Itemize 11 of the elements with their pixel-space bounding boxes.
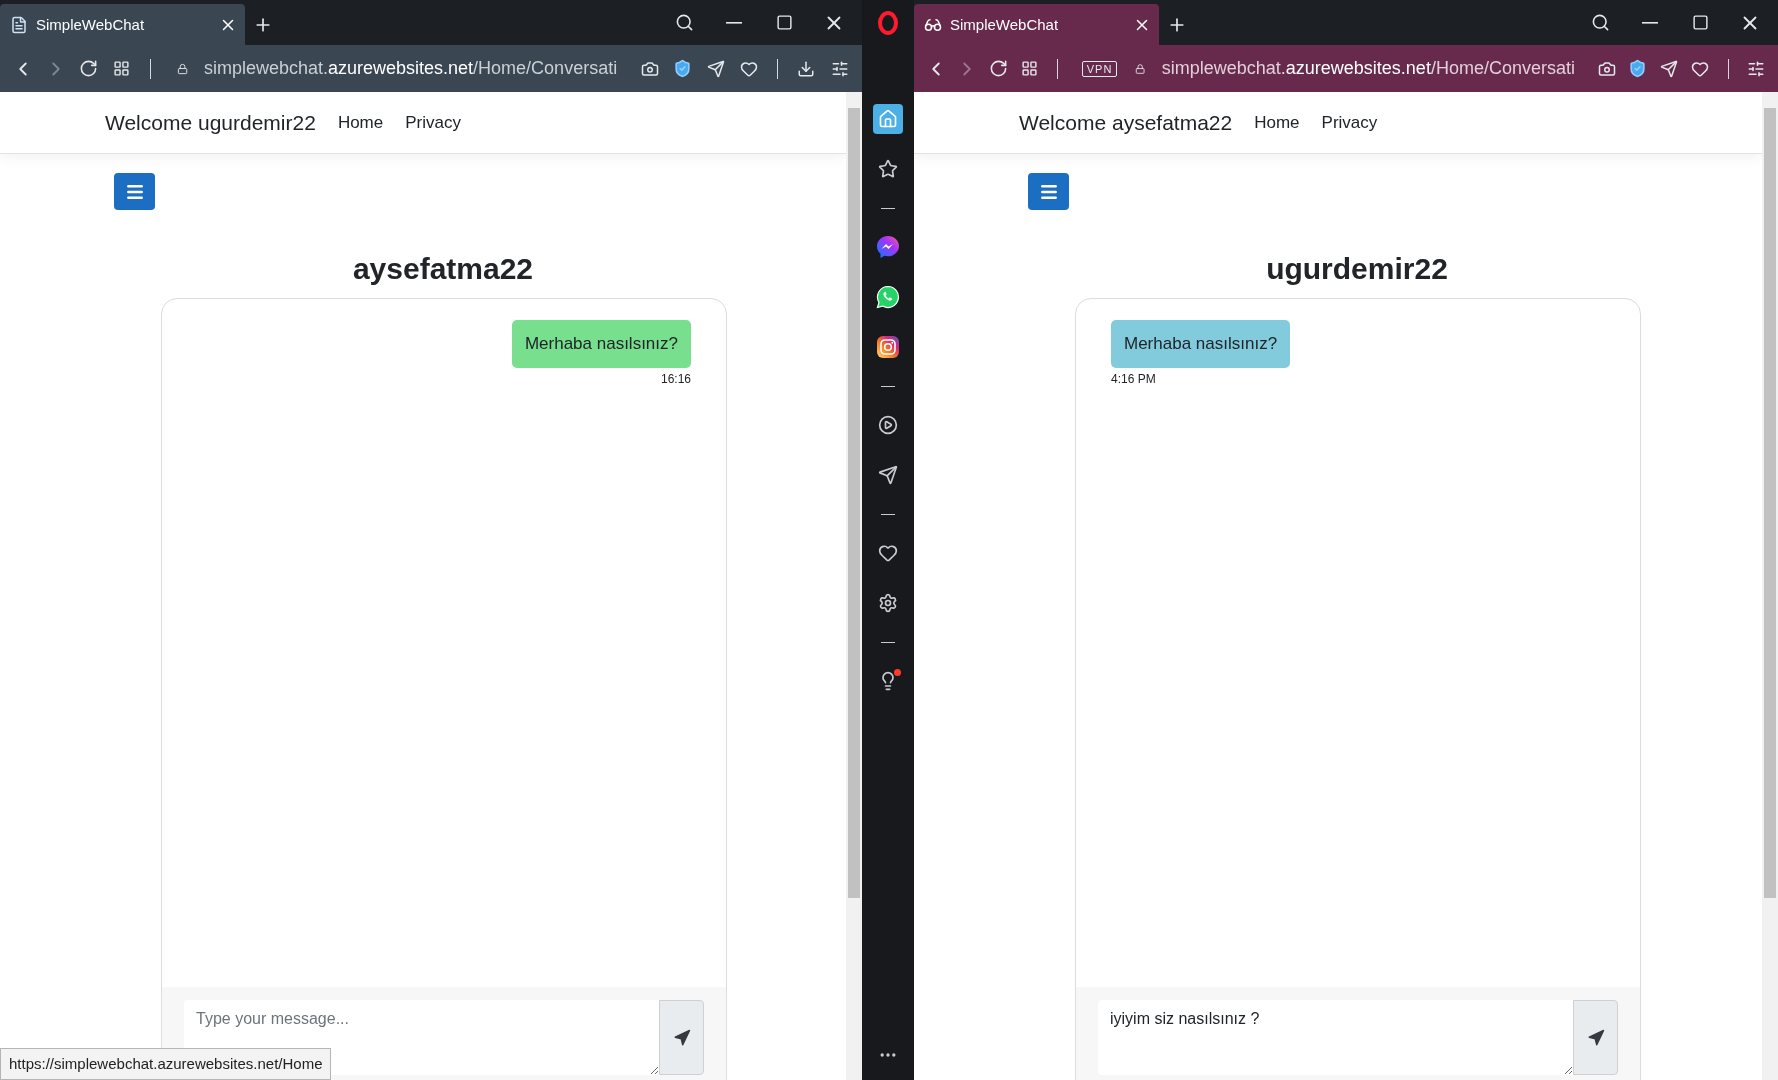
welcome-brand: Welcome ugurdemir22 — [105, 110, 316, 135]
status-link-tooltip: https://simplewebchat.azurewebsites.net/Home — [0, 1048, 332, 1080]
tab-title: SimpleWebChat — [950, 16, 1060, 33]
tab-title: SimpleWebChat — [36, 16, 146, 33]
chat-title: ugurdemir22 — [1265, 252, 1449, 286]
welcome-brand: Welcome aysefatma22 — [1019, 110, 1233, 135]
message-time: 16:16 — [660, 372, 691, 386]
message-bubble: Merhaba nasılsınız? — [511, 320, 691, 368]
chat-title: aysefatma22 — [351, 252, 535, 286]
message-time: 4:16 PM — [1111, 372, 1156, 386]
message-bubble: Merhaba nasılsınız? — [1111, 320, 1291, 368]
